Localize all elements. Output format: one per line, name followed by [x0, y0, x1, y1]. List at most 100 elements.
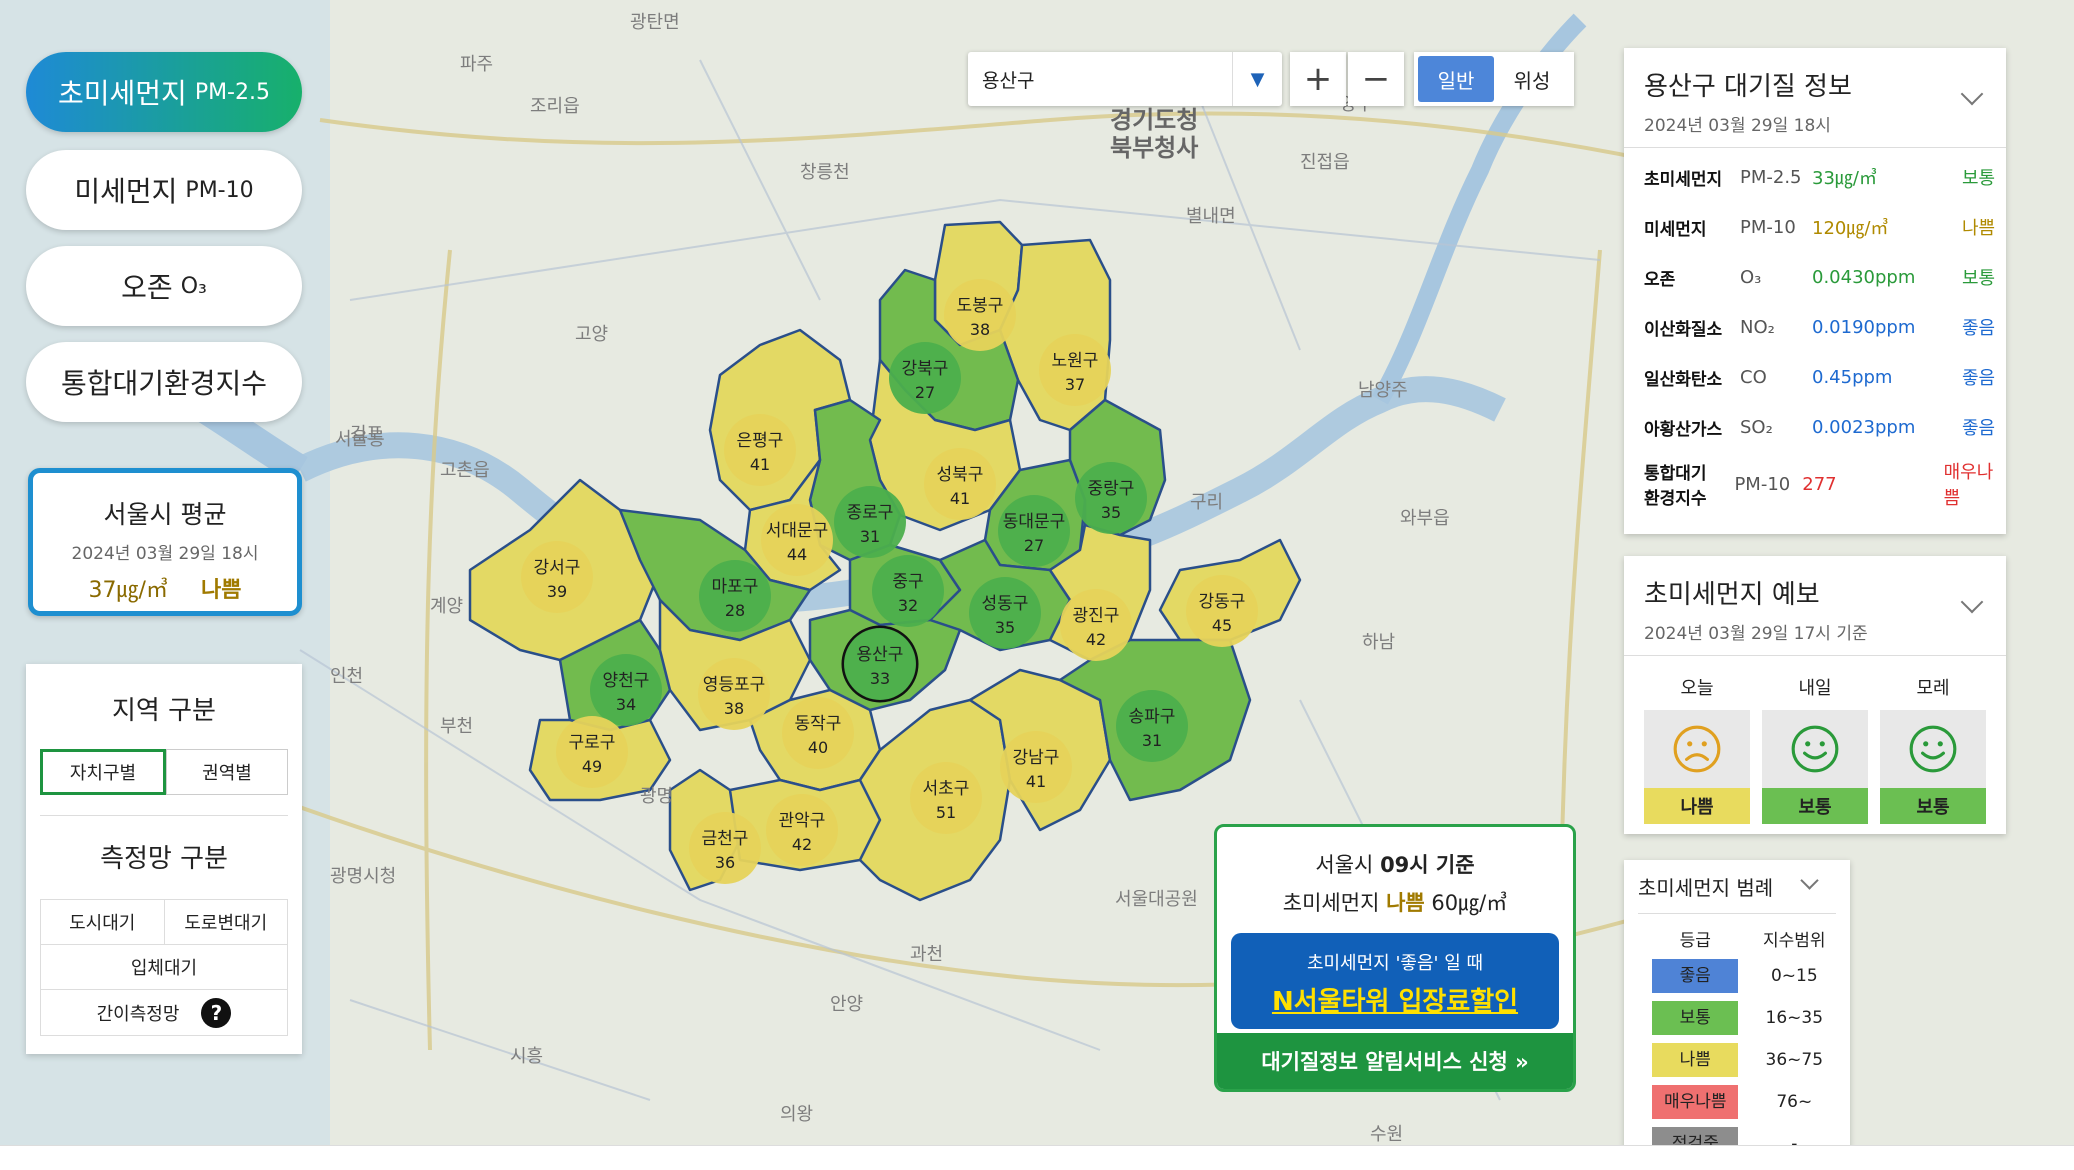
district-marker[interactable]: 성북구 41 [924, 448, 996, 520]
network-simple[interactable]: 간이측정망 ? [41, 990, 287, 1035]
district-marker[interactable]: 영등포구 38 [698, 658, 770, 730]
district-marker[interactable]: 서초구 51 [910, 762, 982, 834]
info-row-symbol: PM-10 [1740, 216, 1796, 238]
map-place-label: 수원 [1370, 1124, 1403, 1145]
map-place-label: 광명시청 [330, 866, 396, 887]
map-type-normal[interactable]: 일반 [1418, 56, 1494, 102]
district-value: 49 [582, 757, 602, 776]
map-place-label: 과천 [910, 944, 943, 965]
district-marker[interactable]: 서대문구 44 [761, 504, 833, 576]
network-grid: 도시대기 도로변대기 입체대기 간이측정망 ? [40, 899, 288, 1036]
district-value: 38 [970, 320, 990, 339]
district-value: 34 [616, 695, 636, 714]
district-marker[interactable]: 구로구 49 [556, 716, 628, 788]
legend-range: 0~15 [1770, 966, 1818, 986]
legend-swatch: 좋음 [1652, 959, 1739, 993]
zoom-in-button[interactable]: + [1290, 52, 1346, 106]
info-row-symbol: PM-10 [1734, 473, 1791, 495]
district-marker[interactable]: 강북구 27 [889, 342, 961, 414]
cai-button[interactable]: 통합대기환경지수 [26, 342, 302, 422]
seoul-average-title: 서울시 평균 [103, 500, 227, 529]
district-marker[interactable]: 도봉구 38 [944, 279, 1016, 351]
district-marker[interactable]: 송파구 31 [1116, 690, 1188, 762]
seoul-average-grade: 나쁨 [200, 578, 242, 603]
district-marker[interactable]: 중구 32 [872, 555, 944, 627]
map-place-label: 남양주 [1358, 380, 1408, 401]
info-row-symbol: CO [1740, 366, 1767, 388]
district-marker[interactable]: 은평구 41 [724, 414, 796, 486]
map-place-label: 부천 [440, 716, 473, 737]
district-marker[interactable]: 동작구 40 [782, 697, 854, 769]
district-marker[interactable]: 강남구 41 [1000, 731, 1072, 803]
map-place-label: 구리 [1190, 492, 1223, 513]
info-title: 용산구 대기질 정보 [1644, 72, 1852, 102]
info-row-symbol: SO₂ [1740, 416, 1773, 438]
district-name: 성동구 [982, 594, 1029, 614]
info-rows: 초미세먼지 PM-2.5 33㎍/㎥ 보통 미세먼지 PM-10 120㎍/㎥ 나쁨 오존 O₃ 0… [1624, 148, 2006, 516]
info-row-value: 0.0190ppm [1812, 316, 1916, 338]
district-value: 33 [870, 669, 890, 688]
info-date: 2024년 03월 29일 18시 [1644, 116, 1831, 136]
forecast-day-label: 내일 [1798, 678, 1832, 699]
info-row-value: 33㎍/㎥ [1812, 168, 1877, 189]
legend-swatch: 나쁨 [1652, 1043, 1739, 1077]
info-row-grade: 보통 [1962, 268, 1996, 289]
district-value: 41 [1026, 772, 1046, 791]
district-name: 관악구 [779, 811, 826, 831]
ozone-button[interactable]: 오존 O₃ [26, 246, 302, 326]
map-type-toggle: 일반 위성 [1414, 52, 1574, 106]
map-place-label: 광명 [640, 786, 673, 807]
forecast-grade: 보통 [1880, 788, 1986, 824]
pm10-button[interactable]: 미세먼지 PM-10 [26, 150, 302, 230]
district-value: 31 [1142, 731, 1162, 750]
seoul-average-value: 37㎍/㎥ [88, 578, 168, 603]
district-select[interactable]: 용산구 ▼ [968, 52, 1282, 106]
district-name: 성북구 [937, 465, 984, 485]
forecast-title: 초미세먼지 예보 [1644, 580, 1820, 610]
district-value: 32 [898, 596, 918, 615]
map-type-satellite[interactable]: 위성 [1494, 56, 1570, 102]
district-value: 40 [808, 738, 828, 757]
district-name: 양천구 [603, 671, 650, 691]
pm25-button[interactable]: 초미세먼지 PM-2.5 [26, 52, 302, 132]
map-place-label: 진접읍 [1300, 152, 1350, 173]
district-marker[interactable]: 동대문구 27 [998, 495, 1070, 567]
district-marker[interactable]: 광진구 42 [1060, 589, 1132, 661]
district-marker[interactable]: 양천구 34 [590, 654, 662, 726]
district-marker[interactable]: 노원구 37 [1039, 334, 1111, 406]
district-marker[interactable]: 종로구 31 [834, 486, 906, 558]
ozone-sub: O₃ [180, 273, 207, 299]
district-marker[interactable]: 용산구 33 [844, 628, 916, 700]
promo-discount-banner[interactable]: 초미세먼지 '좋음' 일 때 N서울타워 입장료할인 [1231, 933, 1559, 1029]
tab-district[interactable]: 자치구별 [40, 749, 166, 795]
network-3d[interactable]: 입체대기 [41, 945, 287, 989]
district-name: 동대문구 [1003, 512, 1066, 532]
network-urban[interactable]: 도시대기 [41, 900, 164, 944]
network-roadside[interactable]: 도로변대기 [163, 900, 288, 944]
chevron-down-icon[interactable]: ▼ [1232, 52, 1282, 106]
district-name: 구로구 [569, 733, 616, 753]
region-title: 지역 구분 [112, 696, 216, 726]
district-marker[interactable]: 마포구 28 [699, 560, 771, 632]
alert-service-button[interactable]: 대기질정보 알림서비스 신청 » [1217, 1033, 1573, 1089]
info-row-symbol: PM-2.5 [1740, 166, 1802, 188]
zoom-out-button[interactable]: − [1348, 52, 1404, 106]
legend-table: 등급 지수범위 좋음 0~15 보통 16~35 나쁨 36~75 매우나쁨 76~ 점검중 - [1638, 922, 1836, 1165]
district-marker[interactable]: 금천구 36 [689, 812, 761, 884]
legend-range: 16~35 [1765, 1008, 1824, 1028]
promo-discount-link[interactable]: N서울타워 입장료할인 [1231, 981, 1559, 1018]
info-row-name: 초미세먼지 [1644, 169, 1723, 190]
district-marker[interactable]: 관악구 42 [766, 794, 838, 866]
help-icon[interactable]: ? [201, 997, 232, 1028]
district-marker[interactable]: 중랑구 35 [1075, 462, 1147, 534]
chevron-down-icon[interactable] [1800, 871, 1819, 890]
district-name: 동작구 [795, 714, 842, 734]
forecast-day: 모레 보통 [1880, 674, 1986, 824]
info-row-grade: 좋음 [1962, 418, 1996, 439]
district-marker[interactable]: 강동구 45 [1186, 575, 1258, 647]
district-name: 용산구 [857, 645, 904, 665]
district-marker[interactable]: 성동구 35 [969, 577, 1041, 649]
district-marker[interactable]: 강서구 39 [521, 541, 593, 613]
tab-area[interactable]: 권역별 [166, 749, 288, 795]
forecast-day: 오늘 나쁨 [1644, 674, 1750, 824]
